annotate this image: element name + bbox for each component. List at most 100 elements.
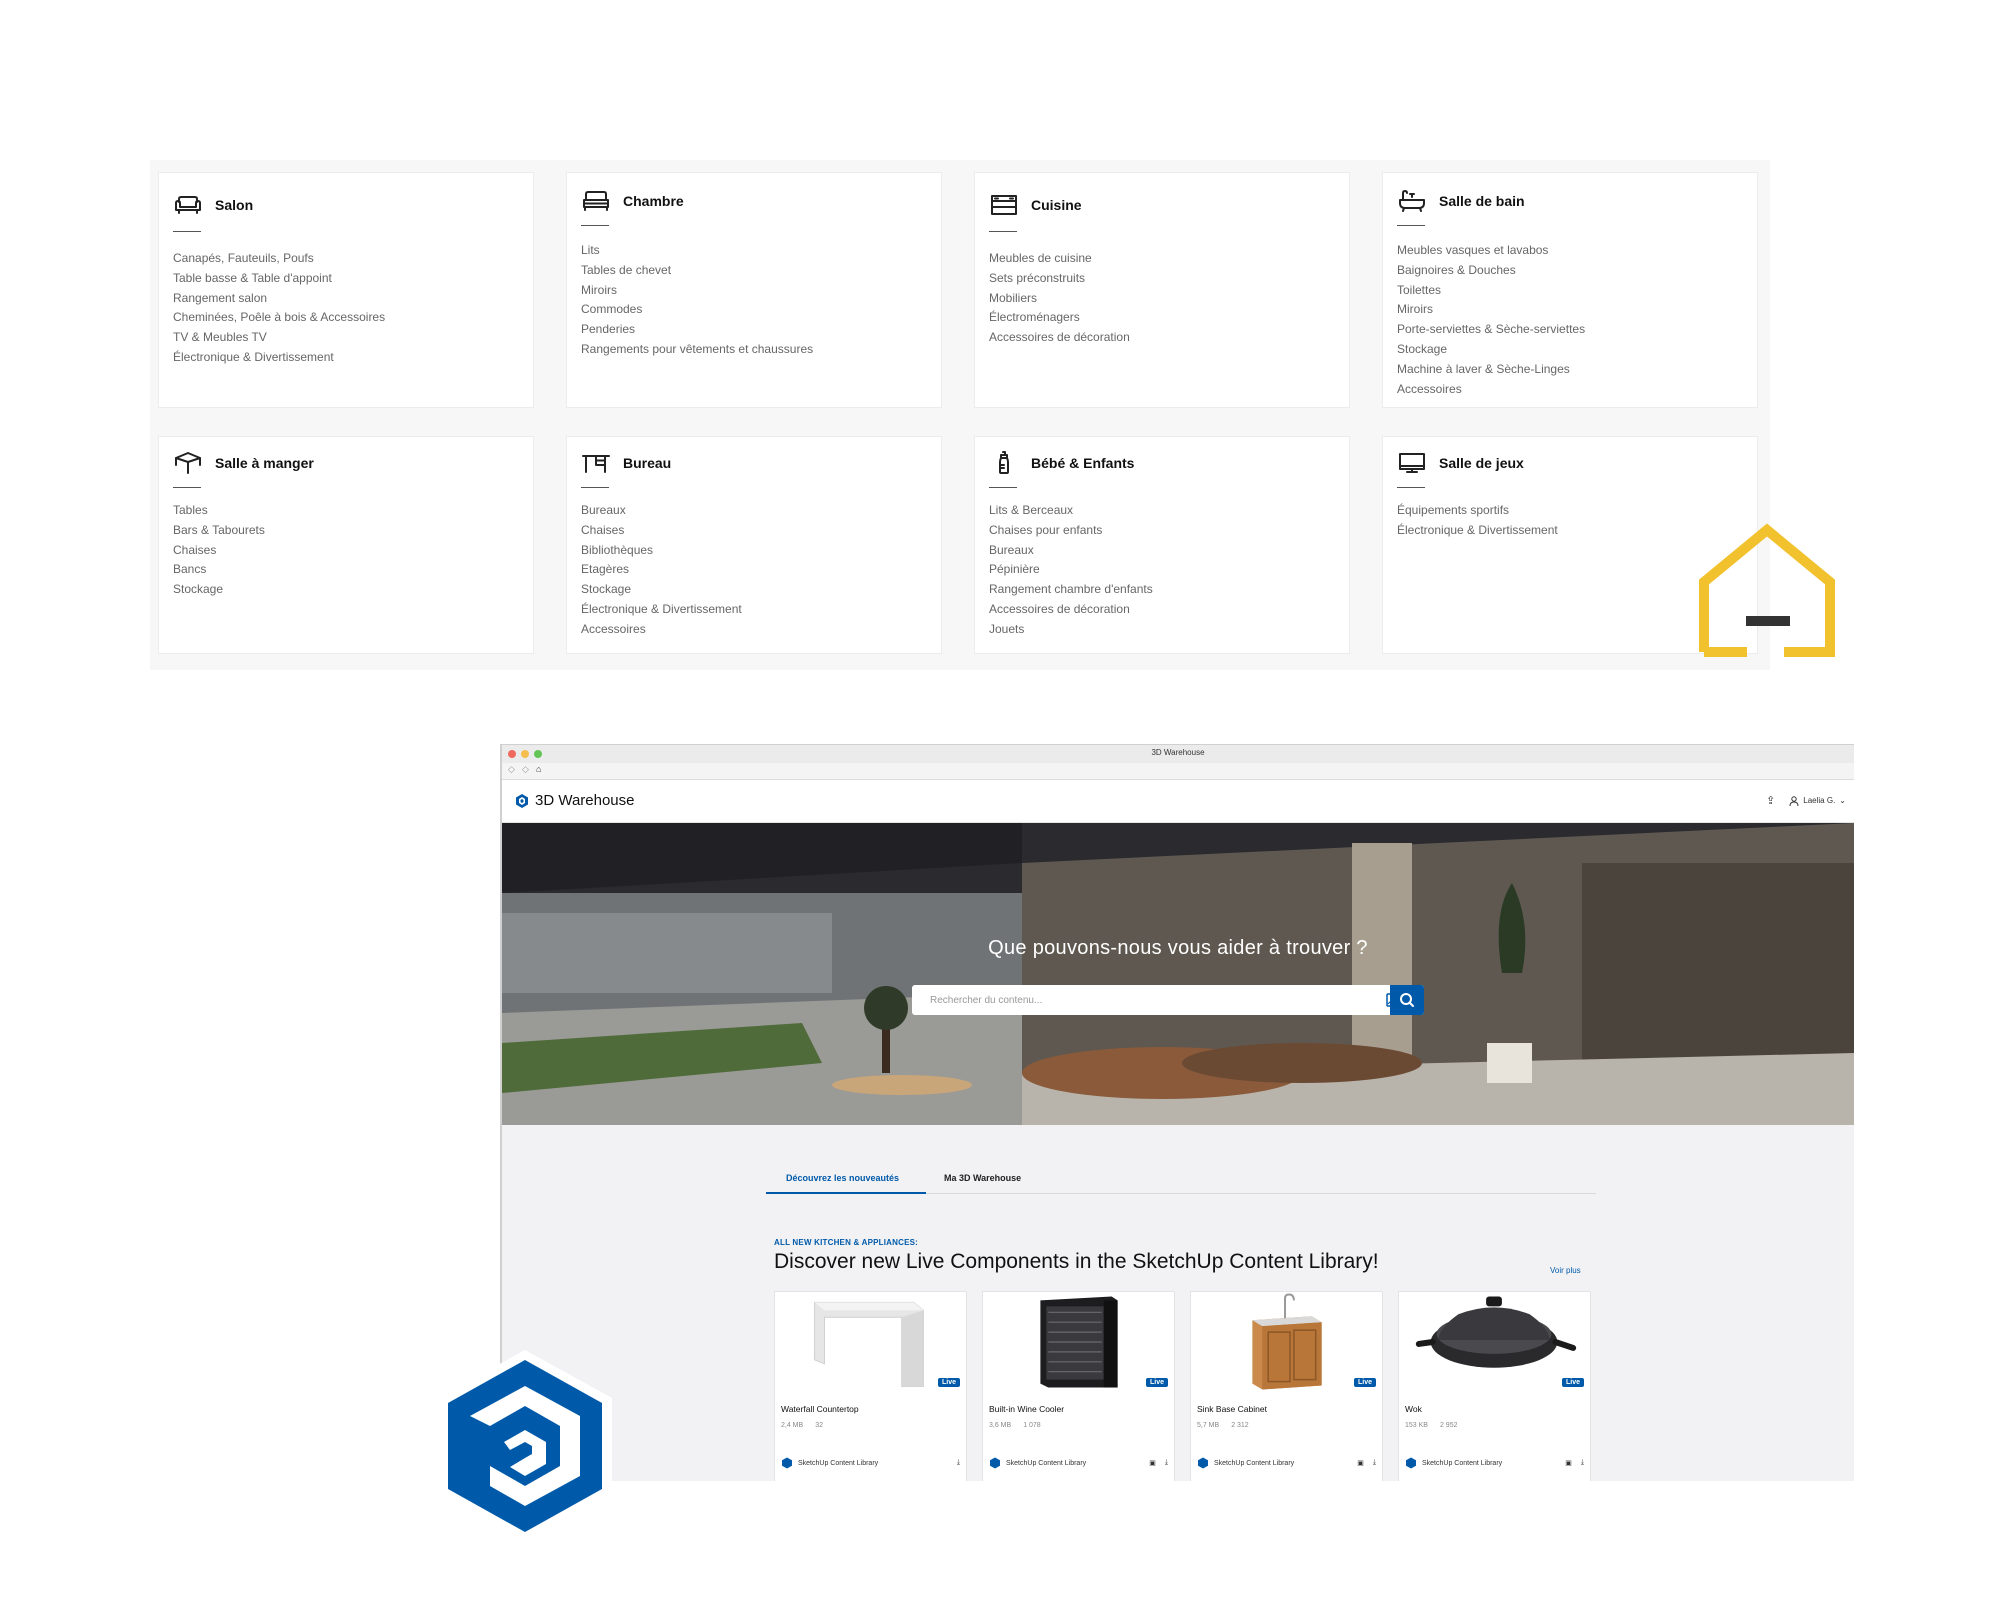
category-link[interactable]: Bureaux — [989, 541, 1153, 561]
divider — [173, 231, 201, 232]
file-size: 2,4 MB — [781, 1422, 804, 1429]
category-card-salle-de-bain[interactable]: Salle de bain Meubles vasques et lavabos… — [1382, 172, 1758, 408]
category-link[interactable]: Cheminées, Poêle à bois & Accessoires — [173, 308, 385, 328]
product-thumbnail — [814, 1301, 924, 1388]
hero-title: Que pouvons-nous vous aider à trouver ? — [988, 937, 1368, 959]
product-card[interactable]: Live Wok 153 KB 2 952 SketchUp Content Li… — [1398, 1291, 1591, 1481]
category-link[interactable]: Rangement salon — [173, 289, 385, 309]
see-more-link[interactable]: Voir plus — [1550, 1266, 1581, 1275]
category-link[interactable]: Canapés, Fauteuils, Poufs — [173, 249, 385, 269]
brand-name: 3D Warehouse — [535, 792, 635, 809]
library-link[interactable]: SketchUp Content Library — [1197, 1457, 1357, 1469]
category-link[interactable]: Table basse & Table d'appoint — [173, 269, 385, 289]
model-viewer-icon[interactable]: ▣ — [1357, 1459, 1364, 1467]
forward-icon[interactable]: ◇ — [522, 764, 529, 775]
category-link[interactable]: Stockage — [1397, 340, 1585, 360]
browser-toolbar: ◇ ◇ ⌂ — [502, 763, 1854, 780]
kitchen-icon — [991, 195, 1017, 215]
user-menu[interactable]: Laelia G. ⌄ — [1789, 795, 1846, 806]
category-link[interactable]: Électronique & Divertissement — [581, 600, 742, 620]
category-link[interactable]: Meubles de cuisine — [989, 249, 1130, 269]
category-list: Meubles de cuisine Sets préconstruits Mo… — [989, 249, 1130, 348]
category-header: Bureau — [581, 451, 671, 475]
category-link[interactable]: Chaises pour enfants — [989, 521, 1153, 541]
category-link[interactable]: Lits & Berceaux — [989, 501, 1153, 521]
category-link[interactable]: Stockage — [173, 580, 265, 600]
category-link[interactable]: Bars & Tabourets — [173, 521, 265, 541]
category-link[interactable]: Accessoires de décoration — [989, 600, 1153, 620]
category-link[interactable]: Électronique & Divertissement — [173, 348, 385, 368]
category-link[interactable]: Électroménagers — [989, 308, 1130, 328]
category-card-bebe-enfants[interactable]: Bébé & Enfants Lits & Berceaux Chaises p… — [974, 436, 1350, 654]
category-link[interactable]: Électronique & Divertissement — [1397, 521, 1558, 541]
download-icon[interactable]: ⤓ — [1165, 1459, 1168, 1467]
model-viewer-icon[interactable]: ▣ — [1565, 1459, 1572, 1467]
product-card[interactable]: Live Built-in Wine Cooler 3,6 MB 1 078 Sk… — [982, 1291, 1175, 1481]
category-card-salle-a-manger[interactable]: Salle à manger Tables Bars & Tabourets C… — [158, 436, 534, 654]
category-link[interactable]: Miroirs — [581, 281, 813, 301]
download-icon[interactable]: ⤓ — [1373, 1459, 1376, 1467]
monitor-icon — [1399, 453, 1425, 473]
category-link[interactable]: Miroirs — [1397, 300, 1585, 320]
brand-logo[interactable]: 3D Warehouse — [514, 792, 635, 809]
category-link[interactable]: Sets préconstruits — [989, 269, 1130, 289]
bed-icon — [583, 191, 609, 211]
category-link[interactable]: Équipements sportifs — [1397, 501, 1558, 521]
category-link[interactable]: Jouets — [989, 620, 1153, 640]
category-link[interactable]: Toilettes — [1397, 281, 1585, 301]
category-link[interactable]: Chaises — [581, 521, 742, 541]
library-name: SketchUp Content Library — [1006, 1459, 1087, 1467]
category-link[interactable]: Commodes — [581, 300, 813, 320]
category-link[interactable]: Bureaux — [581, 501, 742, 521]
category-card-chambre[interactable]: Chambre Lits Tables de chevet Miroirs Co… — [566, 172, 942, 408]
category-link[interactable]: Machine à laver & Sèche-Linges — [1397, 360, 1585, 380]
search-input[interactable] — [912, 985, 1378, 1015]
table-icon — [175, 452, 201, 474]
category-link[interactable]: Bibliothèques — [581, 541, 742, 561]
library-link[interactable]: SketchUp Content Library — [989, 1457, 1149, 1469]
live-badge: Live — [1353, 1378, 1376, 1387]
home-icon[interactable]: ⌂ — [536, 764, 541, 774]
category-link[interactable]: Meubles vasques et lavabos — [1397, 241, 1585, 261]
category-link[interactable]: Stockage — [581, 580, 742, 600]
model-viewer-icon[interactable]: ▣ — [1149, 1459, 1156, 1467]
upload-icon[interactable]: ⇪ — [1766, 794, 1775, 807]
category-link[interactable]: Lits — [581, 241, 813, 261]
category-link[interactable]: Etagères — [581, 560, 742, 580]
category-header: Cuisine — [989, 193, 1082, 217]
category-link[interactable]: Chaises — [173, 541, 265, 561]
product-name[interactable]: Sink Base Cabinet — [1197, 1404, 1267, 1414]
search-button[interactable] — [1390, 985, 1424, 1015]
library-link[interactable]: SketchUp Content Library — [1405, 1457, 1565, 1469]
category-link[interactable]: Pépinière — [989, 560, 1153, 580]
tab-discover[interactable]: Découvrez les nouveautés — [786, 1173, 899, 1183]
category-link[interactable]: Rangements pour vêtements et chaussures — [581, 340, 813, 360]
category-link[interactable]: Bancs — [173, 560, 265, 580]
category-link[interactable]: Porte-serviettes & Sèche-serviettes — [1397, 320, 1585, 340]
product-name[interactable]: Built-in Wine Cooler — [989, 1404, 1064, 1414]
category-link[interactable]: Accessoires — [581, 620, 742, 640]
category-link[interactable]: Baignoires & Douches — [1397, 261, 1585, 281]
category-link[interactable]: Mobiliers — [989, 289, 1130, 309]
category-link[interactable]: Tables — [173, 501, 265, 521]
category-link[interactable]: Accessoires de décoration — [989, 328, 1130, 348]
download-icon[interactable]: ⤓ — [957, 1459, 960, 1467]
category-card-bureau[interactable]: Bureau Bureaux Chaises Bibliothèques Eta… — [566, 436, 942, 654]
category-list: Lits & Berceaux Chaises pour enfants Bur… — [989, 501, 1153, 640]
category-card-cuisine[interactable]: Cuisine Meubles de cuisine Sets préconst… — [974, 172, 1350, 408]
product-name[interactable]: Waterfall Countertop — [781, 1404, 859, 1414]
product-card[interactable]: Live Waterfall Countertop 2,4 MB 32 Sketc… — [774, 1291, 967, 1481]
category-link[interactable]: TV & Meubles TV — [173, 328, 385, 348]
download-icon[interactable]: ⤓ — [1581, 1459, 1584, 1467]
product-card[interactable]: Live Sink Base Cabinet 5,7 MB 2 312 Sketc… — [1190, 1291, 1383, 1481]
category-card-salon[interactable]: Salon Canapés, Fauteuils, Poufs Table ba… — [158, 172, 534, 408]
library-link[interactable]: SketchUp Content Library — [781, 1457, 957, 1469]
back-icon[interactable]: ◇ — [508, 764, 515, 775]
category-link[interactable]: Accessoires — [1397, 380, 1585, 400]
category-link[interactable]: Penderies — [581, 320, 813, 340]
category-link[interactable]: Tables de chevet — [581, 261, 813, 281]
product-name[interactable]: Wok — [1405, 1404, 1422, 1414]
live-badge: Live — [937, 1378, 960, 1387]
category-link[interactable]: Rangement chambre d'enfants — [989, 580, 1153, 600]
tab-my-warehouse[interactable]: Ma 3D Warehouse — [944, 1173, 1021, 1183]
